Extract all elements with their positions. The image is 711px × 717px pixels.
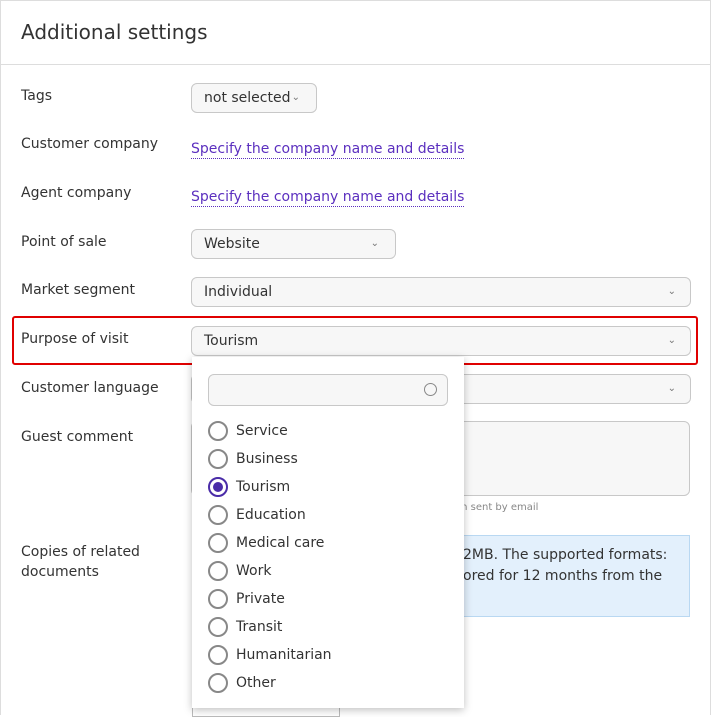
option-label: Service [236,423,288,439]
radio-icon[interactable] [208,449,228,469]
radio-icon[interactable] [208,477,228,497]
search-icon [424,383,437,396]
radio-icon[interactable] [208,589,228,609]
point-of-sale-select[interactable]: Website ⌄ [191,229,396,259]
market-segment-value: Individual [204,284,273,300]
customer-company-link[interactable]: Specify the company name and details [191,140,465,159]
option-label: Work [236,563,272,579]
tags-label: Tags [21,88,52,104]
agent-company-link[interactable]: Specify the company name and details [191,188,465,207]
info-text-line: 2MB. The supported formats: [463,547,668,563]
info-text-line: ored for 12 months from the [463,568,663,584]
purpose-dropdown: Service Business Tourism Education Medical c… [192,357,464,708]
purpose-of-visit-value: Tourism [204,333,259,349]
customer-language-label: Customer language [21,380,159,396]
agent-company-label: Agent company [21,185,132,201]
option-label: Humanitarian [236,647,332,663]
customer-company-label: Customer company [21,136,158,152]
option-label: Medical care [236,535,325,551]
point-of-sale-value: Website [204,236,260,252]
chevron-down-icon: ⌄ [370,238,379,249]
guest-comment-hint: on sent by email [455,502,539,513]
chevron-down-icon: ⌄ [291,92,300,103]
radio-icon[interactable] [208,673,228,693]
option-label: Transit [236,619,283,635]
divider [0,64,711,65]
market-segment-label: Market segment [21,282,135,298]
chevron-down-icon: ⌄ [667,383,676,394]
guest-comment-label: Guest comment [21,429,134,445]
copies-label: Copies of related documents [21,544,140,580]
panel-title: Additional settings [21,20,208,44]
option-label: Education [236,507,306,523]
market-segment-select[interactable]: Individual ⌄ [191,277,691,307]
radio-icon[interactable] [208,533,228,553]
purpose-of-visit-label: Purpose of visit [21,331,129,347]
option-label: Tourism [236,479,291,495]
radio-icon[interactable] [208,645,228,665]
option-label: Other [236,675,276,691]
point-of-sale-label: Point of sale [21,234,107,250]
tags-value: not selected [204,90,291,106]
radio-icon[interactable] [208,421,228,441]
radio-icon[interactable] [208,561,228,581]
chevron-down-icon: ⌄ [667,286,676,297]
radio-icon[interactable] [208,617,228,637]
chevron-down-icon: ⌄ [667,335,676,346]
dropdown-search-input[interactable] [208,374,448,406]
option-label: Private [236,591,285,607]
option-label: Business [236,451,298,467]
purpose-of-visit-select[interactable]: Tourism ⌄ [191,326,691,356]
tags-select[interactable]: not selected ⌄ [191,83,317,113]
radio-icon[interactable] [208,505,228,525]
